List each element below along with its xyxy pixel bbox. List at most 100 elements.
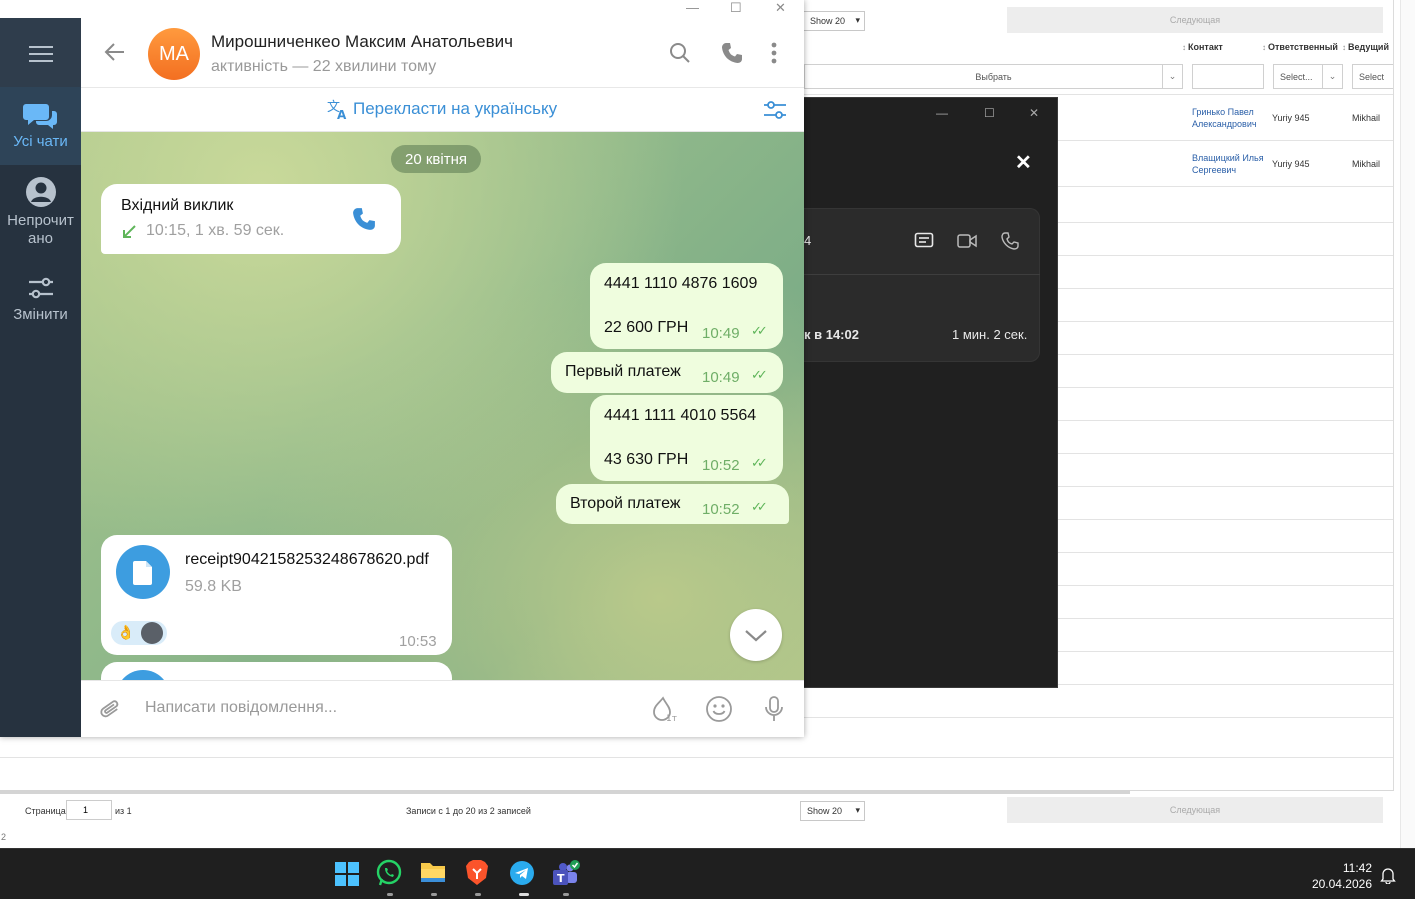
maximize-icon[interactable]: ☐ (730, 0, 742, 16)
message-input[interactable]: Написати повідомлення... (145, 699, 337, 717)
vertical-scrollbar[interactable] (1400, 0, 1415, 848)
bottom-show-select[interactable]: Show 20 ▾ (800, 801, 865, 821)
message-composer: Написати повідомлення... 1т (81, 680, 804, 737)
top-show-label: Show 20 (810, 16, 846, 26)
call-card: 4 к в 14:02 1 мин. 2 сек. (804, 208, 1040, 362)
page-label: Страница (25, 806, 66, 816)
header-lead[interactable]: ↕ Ведущий (1342, 42, 1389, 52)
running-indicator (431, 893, 437, 896)
running-indicator (519, 893, 529, 896)
lead-filter[interactable]: Select (1352, 64, 1394, 89)
close-window-icon[interactable]: ✕ (1029, 106, 1039, 120)
taskbar: T 11:42 20.04.2026 (0, 848, 1415, 899)
phone-icon[interactable] (721, 42, 743, 69)
telegram-icon[interactable] (508, 859, 538, 889)
translate-icon: 文A (327, 98, 349, 125)
search-icon[interactable] (669, 42, 691, 69)
read-checkmarks-icon: ✓✓ (751, 499, 768, 514)
horizontal-scrollbar[interactable] (0, 790, 1130, 794)
outgoing-message[interactable]: 4441 1110 4876 1609 22 600 ГРН 10:49 ✓✓ (590, 263, 783, 349)
maximize-icon[interactable]: ☐ (984, 106, 995, 120)
close-icon[interactable]: ✕ (1015, 150, 1032, 175)
message-icon[interactable] (914, 232, 934, 255)
responsible-filter[interactable]: Select... ⌄ (1273, 64, 1343, 89)
sidebar-item-edit[interactable]: Змінити (0, 276, 81, 323)
svg-text:A: A (337, 108, 347, 120)
sidebar-item-all-chats[interactable]: Усі чати (0, 87, 81, 165)
emoji-icon[interactable] (705, 695, 733, 728)
call-window: — ☐ ✕ ✕ 4 к в 14:02 1 мин. 2 сек. (804, 97, 1058, 688)
table-right-border (1393, 0, 1394, 790)
outgoing-message[interactable]: Первый платеж 10:49 ✓✓ (551, 352, 783, 393)
file-size: 59.8 KB (185, 578, 242, 595)
system-clock[interactable]: 11:42 20.04.2026 (1312, 860, 1372, 892)
incoming-call-message[interactable]: Вхідний виклик 10:15, 1 хв. 59 сек. (101, 184, 401, 254)
avatar[interactable]: MA (148, 28, 200, 80)
row1-contact[interactable]: Гринько Павел Александрович (1192, 106, 1264, 130)
outgoing-message[interactable]: 4441 1111 4010 5564 43 630 ГРН 10:52 ✓✓ (590, 395, 783, 481)
microphone-icon[interactable] (763, 695, 785, 728)
call-title: Вхідний виклик (121, 197, 234, 214)
svg-text:T: T (557, 872, 565, 885)
bottom-next-button[interactable]: Следующая (1007, 797, 1383, 823)
row1-responsible: Yuriy 945 (1272, 113, 1310, 123)
translate-settings-icon[interactable] (763, 99, 787, 126)
page-number-value: 1 (83, 805, 89, 815)
timer-icon[interactable]: 1т (649, 695, 677, 728)
minimize-icon[interactable]: — (686, 0, 699, 15)
row1-lead: Mikhail (1352, 113, 1381, 123)
sidebar-item-label: Непрочит ано (7, 212, 74, 247)
whatsapp-icon[interactable] (375, 859, 405, 889)
phone-icon[interactable] (1001, 232, 1019, 255)
lead-filter-label: Select (1359, 71, 1385, 82)
minimize-icon[interactable]: — (936, 106, 948, 120)
choose-filter[interactable]: Выбрать ⌄ (804, 64, 1183, 89)
notification-bell-icon[interactable] (1380, 866, 1396, 889)
running-indicator (475, 893, 481, 896)
call-back-icon[interactable] (352, 207, 376, 236)
responsible-filter-label: Select... (1280, 71, 1313, 82)
message-time: 10:52 (702, 501, 740, 518)
sidebar-item-unread[interactable]: Непрочит ано (0, 176, 81, 248)
file-message[interactable]: receipt9042158253248678620.pdf 59.8 KB 👌… (101, 535, 452, 655)
file-name[interactable]: receipt9042158253248678620.pdf (185, 551, 429, 569)
amount: 43 630 ГРН (604, 451, 689, 468)
top-next-label: Следующая (1169, 15, 1221, 25)
message-text: Первый платеж (565, 363, 681, 380)
contact-filter-input[interactable] (1192, 64, 1264, 89)
header-responsible[interactable]: ↕ Ответственный (1262, 42, 1338, 52)
file-icon[interactable] (116, 545, 170, 604)
top-show-select[interactable]: Show 20 ▾ (803, 11, 865, 31)
chat-title[interactable]: Мирошниченкео Максим Анатольевич (211, 32, 513, 52)
translate-label: Перекласти на українську (353, 99, 558, 118)
message-text: Второй платеж (570, 495, 681, 512)
teams-icon[interactable]: T (551, 859, 581, 889)
translate-bar[interactable]: 文A Перекласти на українську (81, 88, 804, 132)
menu-button[interactable] (0, 18, 81, 87)
windows-start-icon[interactable] (332, 859, 362, 889)
close-icon[interactable]: ✕ (775, 0, 786, 16)
file-message-partial[interactable] (101, 662, 452, 680)
partial-number: 4 (804, 233, 812, 248)
back-arrow-icon[interactable] (103, 42, 125, 67)
date-separator: 20 квітня (391, 145, 481, 173)
file-explorer-icon[interactable] (419, 859, 449, 889)
read-checkmarks-icon: ✓✓ (751, 455, 768, 470)
brave-browser-icon[interactable] (464, 859, 494, 889)
top-next-button[interactable]: Следующая (1007, 7, 1383, 33)
row2-contact[interactable]: Влащицкий Илья Сергеевич (1192, 152, 1264, 176)
card-number: 4441 1110 4876 1609 (604, 275, 758, 292)
chat-area[interactable]: 20 квітня Вхідний виклик 10:15, 1 хв. 59… (81, 132, 804, 680)
telegram-window: — ☐ ✕ Усі чати Непрочит ано Змінити MA М… (0, 0, 804, 737)
date-label: 20 квітня (405, 150, 467, 168)
header-contact[interactable]: ↕ Контакт (1182, 42, 1223, 52)
video-call-icon[interactable] (957, 233, 977, 254)
page-number-input[interactable]: 1 (66, 800, 112, 820)
more-vertical-icon[interactable] (771, 42, 777, 69)
outgoing-message[interactable]: Второй платеж 10:52 ✓✓ (556, 484, 789, 524)
running-indicator (563, 893, 569, 896)
reaction-ok-icon[interactable]: 👌 (111, 621, 167, 645)
reactor-avatar (141, 622, 163, 644)
scroll-down-button[interactable] (730, 609, 782, 661)
attach-icon[interactable] (98, 697, 124, 728)
